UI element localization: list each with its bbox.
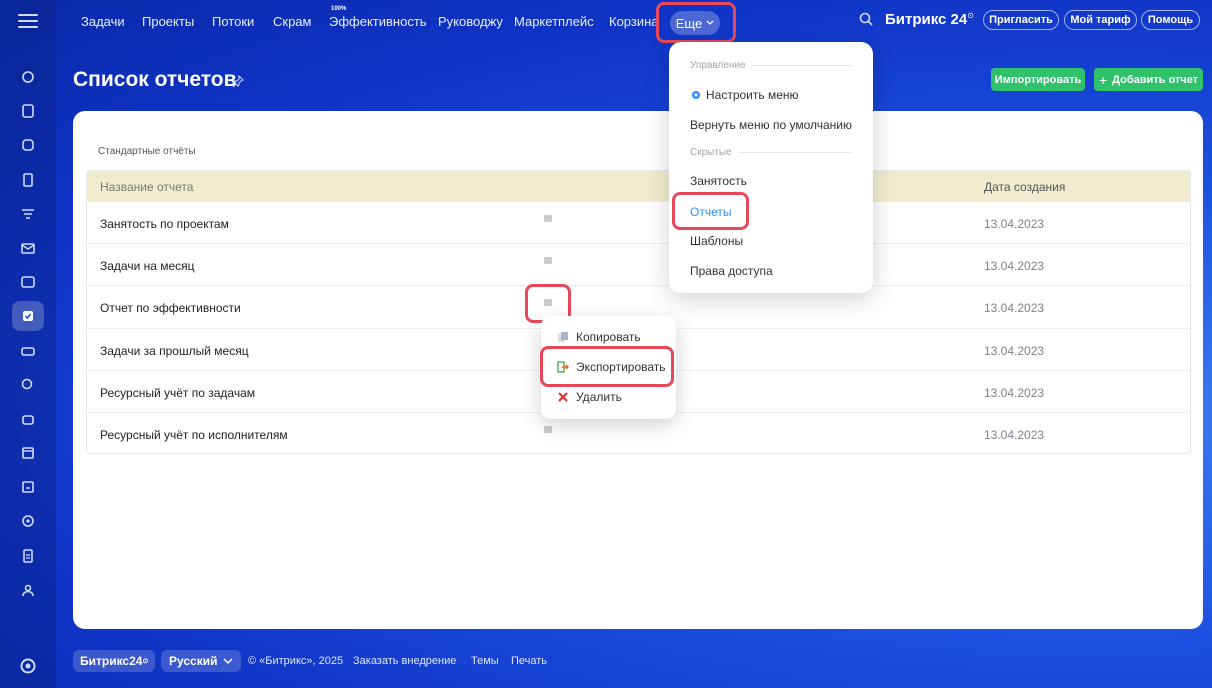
invite-button[interactable]: Пригласить (983, 10, 1059, 30)
group-divider (739, 152, 852, 153)
export-label: Экспортировать (576, 360, 666, 374)
footer-logo-clock-icon: ⊙ (142, 658, 149, 665)
report-name[interactable]: Отчет по эффективности (100, 301, 241, 315)
table-row[interactable]: Задачи на месяц 13.04.2023 (87, 243, 1190, 285)
copy-icon (558, 332, 568, 342)
logo-clock-icon: ⊙ (967, 11, 974, 20)
copy-menu-item[interactable]: Копировать (557, 330, 641, 344)
table-header: Название отчета Дата создания (87, 171, 1190, 201)
sidebar-item-funnel[interactable] (12, 199, 44, 229)
copyright-text: © «Битрикс», 2025 (248, 655, 344, 667)
report-name[interactable]: Задачи на месяц (100, 259, 195, 273)
sidebar-item-mail[interactable] (12, 233, 44, 263)
configure-menu-item[interactable]: Настроить меню (690, 88, 799, 102)
report-name[interactable]: Занятость по проектам (100, 217, 229, 231)
menu-item-templates[interactable]: Шаблоны (690, 234, 743, 248)
nav-item-trash[interactable]: Корзина (609, 14, 659, 29)
sidebar-item-messenger[interactable] (12, 96, 44, 126)
menu-group-hidden: Скрытые (690, 147, 732, 158)
sidebar-item-sites[interactable] (12, 267, 44, 297)
nav-item-management[interactable]: Руководжу (438, 14, 503, 29)
sidebar-item-robot[interactable] (12, 404, 44, 434)
print-link[interactable]: Печать (511, 655, 547, 667)
order-implementation-link[interactable]: Заказать внедрение (353, 655, 456, 667)
report-date: 13.04.2023 (984, 217, 1045, 231)
sidebar-item-booking[interactable] (12, 472, 44, 502)
bitrix24-logo[interactable]: Битрикс 24⊙ (885, 11, 974, 28)
report-date: 13.04.2023 (984, 427, 1045, 442)
configure-menu-label: Настроить меню (706, 88, 799, 102)
sidebar-item-drive[interactable] (12, 336, 44, 366)
import-button[interactable]: Импортировать (991, 68, 1085, 91)
language-label: Русский (169, 654, 218, 668)
report-name[interactable]: Задачи за прошлый месяц (100, 344, 249, 358)
section-label: Стандартные отчёты (98, 146, 196, 157)
sidebar-item-tasks[interactable] (12, 301, 44, 332)
chevron-down-icon (706, 20, 714, 25)
column-header-date[interactable]: Дата создания (984, 180, 1065, 194)
settings-gear-icon[interactable] (18, 656, 38, 676)
nav-item-efficiency[interactable]: Эффективность (329, 14, 427, 29)
report-date: 13.04.2023 (984, 343, 1045, 358)
logo-text: Битрикс 24 (885, 11, 968, 28)
close-icon (558, 392, 568, 402)
sidebar-item-calendar[interactable] (12, 130, 44, 160)
menu-item-reports[interactable]: Отчеты (690, 205, 731, 219)
my-tariff-button[interactable]: Мой тариф (1064, 10, 1137, 30)
row-menu-icon[interactable] (544, 215, 552, 222)
table-row[interactable]: Занятость по проектам 13.04.2023 (87, 201, 1190, 243)
footer-logo-text: Битрикс24 (80, 654, 143, 668)
language-select[interactable]: Русский (161, 650, 241, 672)
page-title: Список отчетов (73, 68, 237, 91)
nav-item-marketplace[interactable]: Маркетплейс (514, 14, 594, 29)
report-date: 13.04.2023 (984, 385, 1045, 400)
menu-group-manage: Управление (690, 60, 746, 71)
sidebar-item-schedule[interactable] (12, 438, 44, 468)
row-menu-icon[interactable] (544, 425, 552, 433)
add-report-button[interactable]: + Добавить отчет (1094, 68, 1203, 91)
sidebar-item-docs[interactable] (12, 165, 44, 195)
row-menu-icon[interactable] (544, 299, 552, 307)
sidebar-item-employees[interactable] (12, 575, 44, 605)
menu-item-access-rights[interactable]: Права доступа (690, 264, 773, 278)
efficiency-badge: 100% (331, 6, 347, 12)
reset-menu-item[interactable]: Вернуть меню по умолчанию (690, 118, 852, 132)
menu-item-occupancy[interactable]: Занятость (690, 174, 747, 188)
more-menu-button[interactable]: Еще (670, 11, 720, 35)
copy-label: Копировать (576, 330, 641, 344)
left-sidebar (0, 0, 56, 688)
search-icon[interactable] (858, 11, 874, 27)
sidebar-item-feed[interactable] (12, 62, 44, 92)
footer-logo[interactable]: Битрикс24 ⊙ (73, 650, 156, 672)
more-dropdown-menu: Управление Настроить меню Вернуть меню п… (669, 42, 873, 293)
themes-link[interactable]: Темы (471, 655, 499, 667)
report-name[interactable]: Ресурсный учёт по задачам (100, 386, 255, 400)
chevron-down-icon (223, 658, 232, 664)
sidebar-item-goals[interactable] (12, 506, 44, 536)
help-button[interactable]: Помощь (1141, 10, 1200, 30)
menu-burger-icon[interactable] (18, 14, 38, 30)
report-date: 13.04.2023 (984, 259, 1045, 274)
gear-icon (692, 91, 700, 99)
group-divider (751, 65, 852, 66)
nav-item-tasks[interactable]: Задачи (81, 14, 125, 29)
sidebar-item-chat[interactable] (12, 370, 44, 400)
column-header-name[interactable]: Название отчета (100, 180, 193, 194)
row-menu-icon[interactable] (544, 257, 552, 265)
more-label: Еще (675, 15, 703, 31)
report-name[interactable]: Ресурсный учёт по исполнителям (100, 428, 288, 442)
row-action-menu: Копировать Экспортировать Удалить (541, 316, 676, 419)
sidebar-item-contracts[interactable] (12, 541, 44, 571)
nav-item-scrum[interactable]: Скрам (273, 14, 311, 29)
pin-icon[interactable] (232, 75, 244, 87)
delete-label: Удалить (576, 390, 622, 404)
add-report-label: Добавить отчет (1112, 73, 1199, 86)
plus-icon: + (1098, 71, 1108, 88)
export-icon (557, 361, 569, 373)
export-menu-item[interactable]: Экспортировать (557, 360, 666, 374)
nav-item-projects[interactable]: Проекты (142, 14, 194, 29)
delete-menu-item[interactable]: Удалить (557, 390, 622, 404)
nav-item-flows[interactable]: Потоки (212, 14, 254, 29)
report-date: 13.04.2023 (984, 301, 1045, 316)
